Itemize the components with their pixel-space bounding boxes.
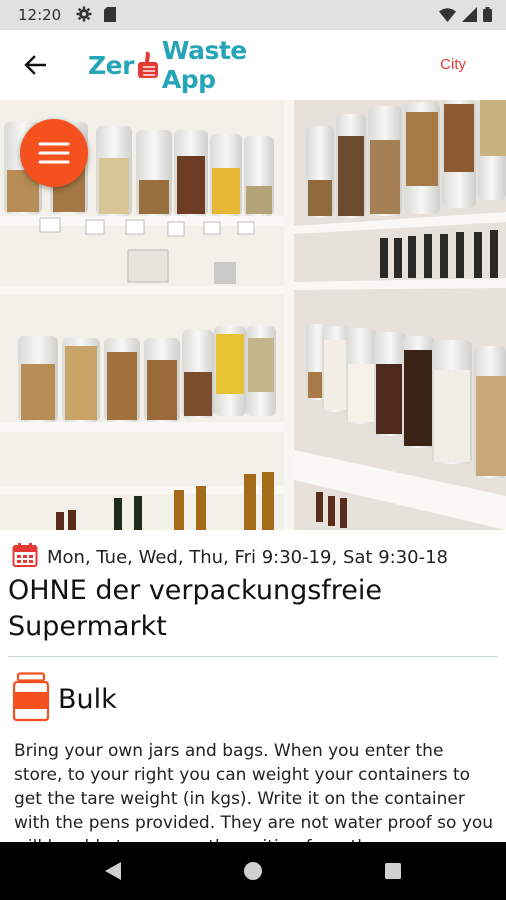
status-time: 12:20 <box>18 6 62 24</box>
nav-home-button[interactable] <box>238 856 268 886</box>
battery-icon <box>483 7 492 22</box>
category-description: Bring your own jars and bags. When you e… <box>14 741 494 857</box>
signal-icon <box>462 7 477 22</box>
wifi-icon <box>439 7 456 22</box>
city-selector-link[interactable]: City <box>440 56 466 73</box>
calendar-icon <box>12 542 38 573</box>
app-bar: Zer Waste App City <box>0 30 506 100</box>
menu-button[interactable] <box>20 119 88 187</box>
logo-text-start: Zer <box>88 50 134 80</box>
shop-name: OHNE der verpackungsfreie Supermarkt <box>8 575 383 642</box>
sd-card-icon <box>104 7 116 27</box>
status-bar: 12:20 <box>0 0 506 30</box>
hamburger-menu-icon <box>38 142 70 164</box>
opening-hours: Mon, Tue, Wed, Thu, Fri 9:30-19, Sat 9:3… <box>12 542 448 573</box>
arrow-left-icon <box>24 55 46 75</box>
system-nav-bar <box>0 842 506 900</box>
hours-text: Mon, Tue, Wed, Thu, Fri 9:30-19, Sat 9:3… <box>47 547 449 568</box>
square-recents-icon <box>385 863 401 879</box>
logo-text-end: Waste App <box>161 36 247 94</box>
triangle-back-icon <box>105 862 121 880</box>
gear-icon <box>76 6 92 27</box>
jar-icon <box>12 672 50 727</box>
back-button[interactable] <box>20 50 50 80</box>
nav-recents-button[interactable] <box>378 856 408 886</box>
app-logo: Zer Waste App <box>88 36 298 94</box>
nav-back-button[interactable] <box>98 856 128 886</box>
status-icons <box>439 7 492 22</box>
category-label: Bulk <box>58 684 117 715</box>
thumbs-up-icon <box>136 50 160 80</box>
section-divider <box>8 656 498 657</box>
category-header: Bulk <box>12 672 117 727</box>
circle-home-icon <box>244 862 262 880</box>
